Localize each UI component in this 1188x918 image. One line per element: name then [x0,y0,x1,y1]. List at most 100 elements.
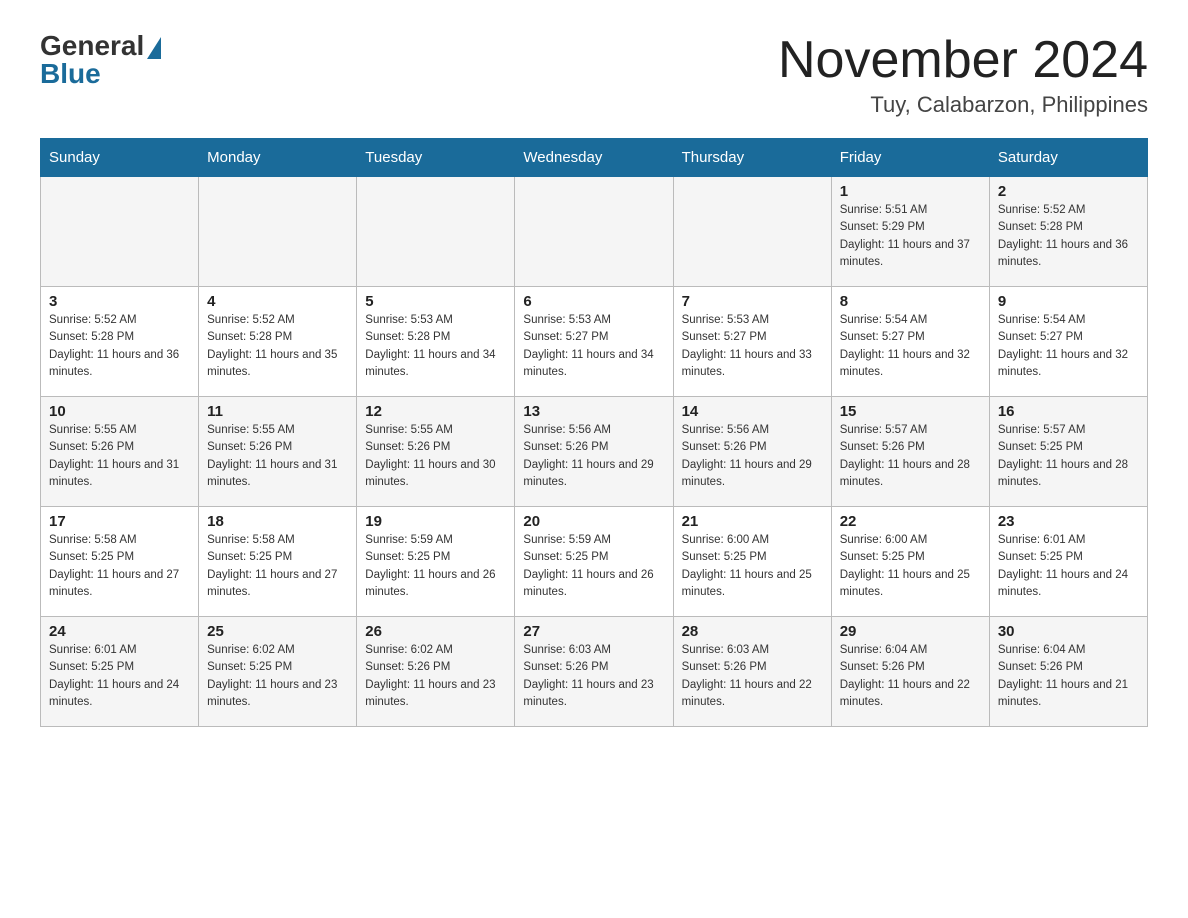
title-block: November 2024 Tuy, Calabarzon, Philippin… [778,30,1148,118]
header-sunday: Sunday [41,139,199,177]
day-info: Sunrise: 5:53 AMSunset: 5:28 PMDaylight:… [365,312,506,381]
table-row [673,177,831,287]
page-header: General Blue November 2024 Tuy, Calabarz… [40,30,1148,118]
day-number: 22 [840,513,981,530]
calendar-header-row: SundayMondayTuesdayWednesdayThursdayFrid… [41,139,1148,177]
month-title: November 2024 [778,30,1148,90]
table-row: 22 Sunrise: 6:00 AMSunset: 5:25 PMDayligh… [831,507,989,617]
day-info: Sunrise: 5:55 AMSunset: 5:26 PMDaylight:… [365,422,506,491]
table-row: 29 Sunrise: 6:04 AMSunset: 5:26 PMDayligh… [831,617,989,727]
day-info: Sunrise: 6:02 AMSunset: 5:25 PMDaylight:… [207,642,348,711]
day-number: 13 [523,403,664,420]
day-number: 5 [365,293,506,310]
day-number: 6 [523,293,664,310]
table-row: 17 Sunrise: 5:58 AMSunset: 5:25 PMDayligh… [41,507,199,617]
day-info: Sunrise: 5:53 AMSunset: 5:27 PMDaylight:… [682,312,823,381]
table-row: 25 Sunrise: 6:02 AMSunset: 5:25 PMDayligh… [199,617,357,727]
table-row: 6 Sunrise: 5:53 AMSunset: 5:27 PMDaylight… [515,287,673,397]
day-number: 16 [998,403,1139,420]
calendar-table: SundayMondayTuesdayWednesdayThursdayFrid… [40,138,1148,727]
day-number: 15 [840,403,981,420]
day-info: Sunrise: 5:55 AMSunset: 5:26 PMDaylight:… [207,422,348,491]
day-number: 25 [207,623,348,640]
table-row: 5 Sunrise: 5:53 AMSunset: 5:28 PMDaylight… [357,287,515,397]
day-info: Sunrise: 5:55 AMSunset: 5:26 PMDaylight:… [49,422,190,491]
day-info: Sunrise: 5:59 AMSunset: 5:25 PMDaylight:… [365,532,506,601]
table-row: 30Sunrise: 6:04 AMSunset: 5:26 PMDayligh… [989,617,1147,727]
table-row: 28Sunrise: 6:03 AMSunset: 5:26 PMDayligh… [673,617,831,727]
header-thursday: Thursday [673,139,831,177]
day-number: 11 [207,403,348,420]
day-number: 8 [840,293,981,310]
table-row: 16 Sunrise: 5:57 AMSunset: 5:25 PMDayligh… [989,397,1147,507]
day-info: Sunrise: 5:58 AMSunset: 5:25 PMDaylight:… [49,532,190,601]
table-row [357,177,515,287]
header-friday: Friday [831,139,989,177]
day-number: 19 [365,513,506,530]
table-row: 11 Sunrise: 5:55 AMSunset: 5:26 PMDayligh… [199,397,357,507]
table-row: 13 Sunrise: 5:56 AMSunset: 5:26 PMDayligh… [515,397,673,507]
day-info: Sunrise: 5:56 AMSunset: 5:26 PMDaylight:… [682,422,823,491]
table-row: 18 Sunrise: 5:58 AMSunset: 5:25 PMDayligh… [199,507,357,617]
calendar-week-5: 24Sunrise: 6:01 AMSunset: 5:25 PMDayligh… [41,617,1148,727]
day-number: 27 [523,623,664,640]
header-wednesday: Wednesday [515,139,673,177]
day-info: Sunrise: 6:04 AMSunset: 5:26 PMDaylight:… [998,642,1139,711]
day-number: 18 [207,513,348,530]
table-row: 14 Sunrise: 5:56 AMSunset: 5:26 PMDayligh… [673,397,831,507]
day-info: Sunrise: 5:52 AMSunset: 5:28 PMDaylight:… [207,312,348,381]
day-info: Sunrise: 5:56 AMSunset: 5:26 PMDaylight:… [523,422,664,491]
table-row [199,177,357,287]
header-saturday: Saturday [989,139,1147,177]
day-info: Sunrise: 5:54 AMSunset: 5:27 PMDaylight:… [840,312,981,381]
day-info: Sunrise: 6:01 AMSunset: 5:25 PMDaylight:… [998,532,1139,601]
calendar-week-4: 17 Sunrise: 5:58 AMSunset: 5:25 PMDayligh… [41,507,1148,617]
day-number: 21 [682,513,823,530]
day-info: Sunrise: 5:57 AMSunset: 5:25 PMDaylight:… [998,422,1139,491]
day-number: 28 [682,623,823,640]
header-tuesday: Tuesday [357,139,515,177]
day-number: 12 [365,403,506,420]
day-number: 1 [840,183,981,200]
table-row: 2 Sunrise: 5:52 AMSunset: 5:28 PMDaylight… [989,177,1147,287]
table-row: 24Sunrise: 6:01 AMSunset: 5:25 PMDayligh… [41,617,199,727]
table-row: 27 Sunrise: 6:03 AMSunset: 5:26 PMDayligh… [515,617,673,727]
day-number: 29 [840,623,981,640]
table-row: 23Sunrise: 6:01 AMSunset: 5:25 PMDayligh… [989,507,1147,617]
day-number: 10 [49,403,190,420]
table-row [515,177,673,287]
header-monday: Monday [199,139,357,177]
day-info: Sunrise: 5:53 AMSunset: 5:27 PMDaylight:… [523,312,664,381]
day-info: Sunrise: 5:54 AMSunset: 5:27 PMDaylight:… [998,312,1139,381]
day-info: Sunrise: 6:03 AMSunset: 5:26 PMDaylight:… [523,642,664,711]
table-row [41,177,199,287]
day-info: Sunrise: 5:58 AMSunset: 5:25 PMDaylight:… [207,532,348,601]
day-number: 4 [207,293,348,310]
logo-blue-text: Blue [40,58,101,90]
table-row: 20Sunrise: 5:59 AMSunset: 5:25 PMDayligh… [515,507,673,617]
day-info: Sunrise: 5:59 AMSunset: 5:25 PMDaylight:… [523,532,664,601]
day-number: 9 [998,293,1139,310]
day-number: 24 [49,623,190,640]
calendar-week-2: 3 Sunrise: 5:52 AMSunset: 5:28 PMDaylight… [41,287,1148,397]
day-info: Sunrise: 6:00 AMSunset: 5:25 PMDaylight:… [840,532,981,601]
day-number: 14 [682,403,823,420]
day-number: 26 [365,623,506,640]
day-info: Sunrise: 5:57 AMSunset: 5:26 PMDaylight:… [840,422,981,491]
table-row: 3Sunrise: 5:52 AMSunset: 5:28 PMDaylight… [41,287,199,397]
table-row: 7 Sunrise: 5:53 AMSunset: 5:27 PMDaylight… [673,287,831,397]
calendar-week-1: 1Sunrise: 5:51 AMSunset: 5:29 PMDaylight… [41,177,1148,287]
day-number: 2 [998,183,1139,200]
day-info: Sunrise: 6:04 AMSunset: 5:26 PMDaylight:… [840,642,981,711]
day-info: Sunrise: 6:00 AMSunset: 5:25 PMDaylight:… [682,532,823,601]
table-row: 8 Sunrise: 5:54 AMSunset: 5:27 PMDaylight… [831,287,989,397]
day-number: 17 [49,513,190,530]
day-number: 7 [682,293,823,310]
table-row: 26 Sunrise: 6:02 AMSunset: 5:26 PMDayligh… [357,617,515,727]
logo: General Blue [40,30,161,90]
day-info: Sunrise: 5:52 AMSunset: 5:28 PMDaylight:… [998,202,1139,271]
location-text: Tuy, Calabarzon, Philippines [778,92,1148,118]
day-info: Sunrise: 6:02 AMSunset: 5:26 PMDaylight:… [365,642,506,711]
day-number: 3 [49,293,190,310]
table-row: 1Sunrise: 5:51 AMSunset: 5:29 PMDaylight… [831,177,989,287]
